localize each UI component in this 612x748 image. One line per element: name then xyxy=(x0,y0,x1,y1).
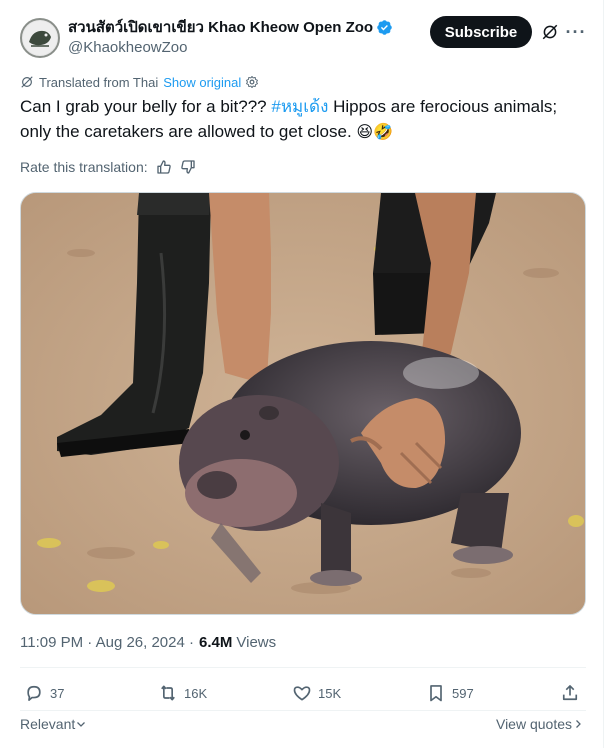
chevron-down-icon xyxy=(77,722,86,727)
gear-icon[interactable] xyxy=(245,75,264,89)
sort-relevant-dropdown[interactable]: Relevant xyxy=(20,716,87,732)
like-button[interactable]: 15K xyxy=(292,680,341,706)
reply-count: 37 xyxy=(50,685,65,701)
tweet-photo[interactable] xyxy=(20,192,586,615)
translate-icon xyxy=(21,76,33,88)
repost-button[interactable]: 16K xyxy=(158,680,207,706)
account-handle[interactable]: @KhaokheowZoo xyxy=(68,39,393,56)
more-options-icon[interactable]: ··· xyxy=(566,22,586,42)
avatar[interactable] xyxy=(20,18,60,58)
tweet-header: สวนสัตว์เปิดเขาเขียว Khao Kheow Open Zoo… xyxy=(20,14,590,58)
rate-translation-label: Rate this translation: xyxy=(20,159,148,175)
translated-from-label: Translated from Thai xyxy=(39,74,159,90)
chevron-right-icon xyxy=(576,720,581,728)
reply-button[interactable]: 37 xyxy=(24,680,64,706)
view-quotes-link[interactable]: View quotes xyxy=(496,716,584,732)
tweet-metadata: 11:09 PM · Aug 26, 2024 · 6.4M Views xyxy=(20,632,276,652)
share-button[interactable] xyxy=(560,680,580,706)
account-names: สวนสัตว์เปิดเขาเขียว Khao Kheow Open Zoo… xyxy=(68,16,393,56)
timestamp[interactable]: 11:09 PM · Aug 26, 2024 · xyxy=(20,634,194,651)
thumbs-down-icon[interactable] xyxy=(180,159,196,175)
views-count: 6.4M xyxy=(199,633,233,651)
hashtag-link[interactable]: #หมูเด้ง xyxy=(271,97,328,116)
translation-notice: Translated from Thai Show original xyxy=(20,73,264,91)
view-quotes-label: View quotes xyxy=(495,716,572,732)
relevant-label: Relevant xyxy=(20,716,76,732)
replies-footer: Relevant View quotes xyxy=(20,716,586,734)
display-name[interactable]: สวนสัตว์เปิดเขาเขียว Khao Kheow Open Zoo xyxy=(68,15,373,39)
action-bar: 37 16K 15K 597 xyxy=(20,680,590,706)
like-count: 15K xyxy=(318,685,342,701)
divider xyxy=(20,710,586,711)
rate-translation: Rate this translation: xyxy=(20,157,196,177)
zoo-logo-icon xyxy=(23,21,57,55)
divider xyxy=(20,667,586,668)
bookmark-icon xyxy=(430,685,442,702)
subscribe-button[interactable]: Subscribe xyxy=(430,16,532,48)
grok-icon[interactable] xyxy=(540,22,560,42)
hippo-photo-image xyxy=(21,193,585,614)
heart-icon xyxy=(293,686,311,701)
bookmark-button[interactable]: 597 xyxy=(426,680,474,706)
views-label: Views xyxy=(236,633,277,651)
reply-icon xyxy=(27,685,41,701)
tweet-card: สวนสัตว์เปิดเขาเขียว Khao Kheow Open Zoo… xyxy=(0,0,604,748)
tweet-text-start: Can I grab your belly for a bit??? xyxy=(20,97,272,116)
show-original-link[interactable]: Show original xyxy=(163,75,241,90)
thumbs-up-icon[interactable] xyxy=(156,159,172,175)
repost-count: 16K xyxy=(184,685,208,701)
bookmark-count: 597 xyxy=(452,685,474,701)
verified-badge-icon[interactable] xyxy=(376,19,393,36)
emoji-glyphs: 😆🤣 xyxy=(356,122,394,141)
share-icon xyxy=(562,685,578,701)
repost-icon xyxy=(161,685,175,701)
tweet-text: Can I grab your belly for a bit??? #หมูเ… xyxy=(20,94,590,144)
